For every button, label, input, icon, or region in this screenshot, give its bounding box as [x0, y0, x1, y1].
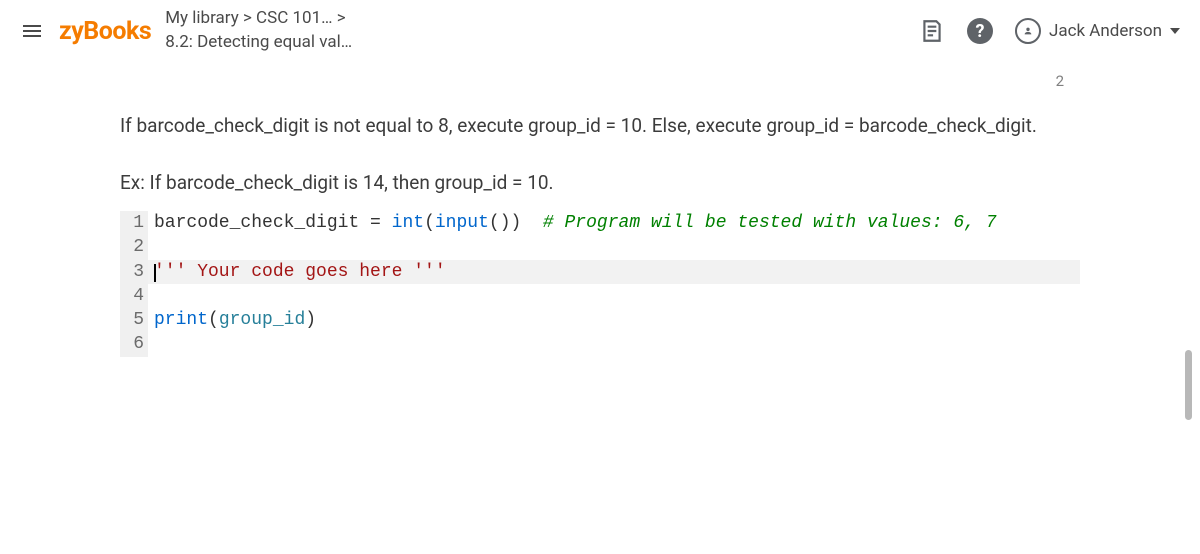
code-token: ( — [208, 310, 219, 330]
line-content[interactable] — [148, 284, 1080, 308]
code-token: group_id — [219, 310, 305, 330]
code-token: int — [392, 213, 424, 233]
code-token: print — [154, 310, 208, 330]
code-token: = — [370, 213, 392, 233]
line-number: 2 — [120, 235, 148, 259]
user-name: Jack Anderson — [1049, 21, 1162, 41]
breadcrumb[interactable]: My library > CSC 101… > 8.2: Detecting e… — [165, 7, 919, 55]
notes-icon[interactable] — [919, 18, 945, 44]
user-avatar-icon — [1015, 18, 1041, 44]
breadcrumb-line-2: 8.2: Detecting equal val… — [165, 31, 919, 55]
code-token: # Program will be tested with values: 6,… — [543, 213, 997, 233]
code-line[interactable]: 3 ''' Your code goes here ''' — [120, 260, 1080, 284]
code-token: ) — [305, 310, 316, 330]
hamburger-menu-icon[interactable] — [20, 19, 44, 43]
line-content[interactable]: barcode_check_digit = int(input()) # Pro… — [148, 211, 1080, 235]
content: If barcode_check_digit is not equal to 8… — [0, 62, 1200, 377]
line-content[interactable] — [148, 332, 1080, 356]
help-icon[interactable]: ? — [967, 18, 993, 44]
instruction-text: If barcode_check_digit is not equal to 8… — [120, 112, 1080, 141]
code-line[interactable]: 6 — [120, 332, 1080, 356]
line-content[interactable]: print(group_id) — [148, 308, 1080, 332]
user-menu[interactable]: Jack Anderson — [1015, 18, 1180, 44]
header: zyBooks My library > CSC 101… > 8.2: Det… — [0, 0, 1200, 62]
code-line[interactable]: 1barcode_check_digit = int(input()) # Pr… — [120, 211, 1080, 235]
code-line[interactable]: 4 — [120, 284, 1080, 308]
code-token: ''' Your code goes here ''' — [154, 262, 446, 282]
example-text: Ex: If barcode_check_digit is 14, then g… — [120, 169, 1080, 198]
code-line[interactable]: 5print(group_id) — [120, 308, 1080, 332]
code-editor[interactable]: 1barcode_check_digit = int(input()) # Pr… — [120, 211, 1080, 357]
chevron-down-icon — [1170, 28, 1180, 34]
code-line[interactable]: 2 — [120, 235, 1080, 259]
breadcrumb-line-1: My library > CSC 101… > — [165, 7, 919, 31]
code-token: barcode_check_digit — [154, 213, 370, 233]
code-token: input — [435, 213, 489, 233]
line-number: 5 — [120, 308, 148, 332]
header-actions: ? Jack Anderson — [919, 18, 1180, 44]
line-number: 6 — [120, 332, 148, 356]
code-token: ()) — [489, 213, 543, 233]
line-number: 3 — [120, 260, 148, 284]
scrollbar[interactable] — [1185, 350, 1192, 420]
line-number: 1 — [120, 211, 148, 235]
logo[interactable]: zyBooks — [59, 17, 151, 46]
line-number: 4 — [120, 284, 148, 308]
line-content[interactable]: ''' Your code goes here ''' — [148, 260, 1080, 284]
line-content[interactable] — [148, 235, 1080, 259]
page-indicator: 2 — [1056, 72, 1064, 90]
code-token: ( — [424, 213, 435, 233]
